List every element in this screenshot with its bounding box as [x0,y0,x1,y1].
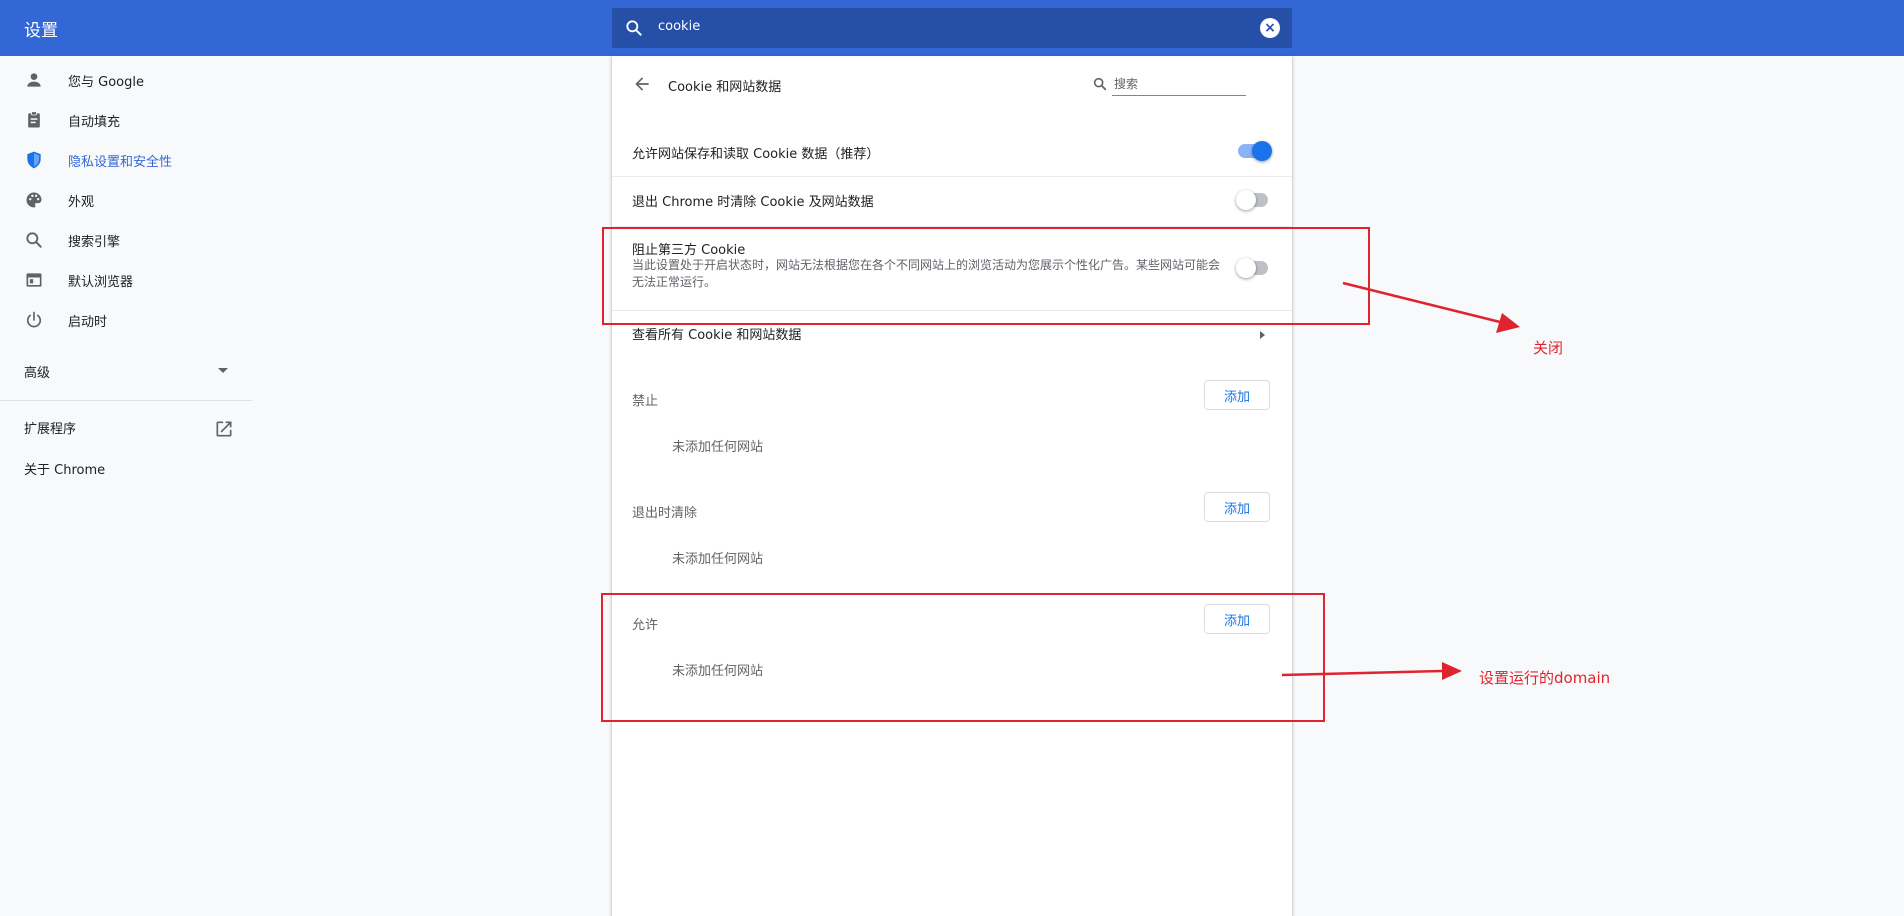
section-clear-on-exit-label: 退出时清除 [632,506,698,521]
sidebar-item-search-engine[interactable]: 搜索引擎 [0,220,252,260]
annotation-close-note: 关闭 [1533,339,1564,357]
search-icon [1093,77,1107,91]
block-empty-text: 未添加任何网站 [672,440,764,455]
allow-cookies-toggle[interactable] [1238,141,1272,161]
sidebar-item-label: 启动时 [68,315,108,330]
search-icon [26,232,42,248]
sidebar-item-label: 外观 [68,195,95,210]
palette-icon [26,192,42,208]
browser-icon [26,273,42,287]
add-block-button[interactable]: 添加 [1204,380,1270,410]
section-block-label: 禁止 [632,394,659,409]
setting-clear-on-exit-label: 退出 Chrome 时清除 Cookie 及网站数据 [632,195,874,210]
sidebar-item-label: 默认浏览器 [68,275,134,290]
sidebar: 您与 Google 自动填充 隐私设置和安全性 外观 搜索引擎 默认浏览器 启动… [0,56,252,916]
sidebar-item-privacy[interactable]: 隐私设置和安全性 [0,140,252,180]
chevron-right-icon[interactable] [1260,331,1265,339]
setting-allow-cookies-label: 允许网站保存和读取 Cookie 数据（推荐） [632,147,880,162]
sidebar-divider [0,400,252,401]
add-clear-on-exit-button[interactable]: 添加 [1204,492,1270,522]
search-icon [626,20,642,36]
chevron-down-icon[interactable] [218,368,228,373]
cookie-search-input[interactable] [1112,73,1246,96]
shield-icon [27,151,41,169]
sidebar-item-on-startup[interactable]: 启动时 [0,300,252,340]
top-bar: 设置 cookie × [0,0,1904,56]
sidebar-item-label: 隐私设置和安全性 [68,155,173,170]
back-arrow-icon[interactable] [632,74,652,94]
sidebar-item-autofill[interactable]: 自动填充 [0,100,252,140]
clear-search-icon[interactable]: × [1260,18,1280,38]
clipboard-icon [28,111,40,128]
page-title: Cookie 和网站数据 [668,80,782,95]
person-icon [27,73,41,87]
sidebar-item-label: 搜索引擎 [68,235,121,250]
sidebar-item-you-and-google[interactable]: 您与 Google [0,60,252,100]
sidebar-advanced[interactable]: 高级 [24,362,50,381]
sidebar-item-label: 自动填充 [68,115,121,130]
sidebar-about-chrome[interactable]: 关于 Chrome [24,459,105,478]
sidebar-item-default-browser[interactable]: 默认浏览器 [0,260,252,300]
power-icon [26,311,42,328]
open-in-new-icon[interactable] [214,419,234,439]
clear-on-exit-empty-text: 未添加任何网站 [672,552,764,567]
sidebar-item-appearance[interactable]: 外观 [0,180,252,220]
see-all-cookies-link[interactable]: 查看所有 Cookie 和网站数据 [632,324,801,343]
cookie-settings-card: Cookie 和网站数据 允许网站保存和读取 Cookie 数据（推荐） 退出 … [612,56,1292,916]
app-title: 设置 [24,21,58,41]
settings-search-input[interactable]: cookie [658,19,700,34]
annotation-allow-note: 设置运行的domain [1479,669,1611,687]
sidebar-item-label: 您与 Google [68,75,144,90]
settings-search-box[interactable]: cookie × [612,8,1292,48]
sidebar-extensions[interactable]: 扩展程序 [24,418,76,437]
clear-on-exit-toggle[interactable] [1236,190,1268,210]
annotation-box-allow [601,593,1325,722]
divider [612,176,1292,177]
annotation-box-block-third-party [602,227,1370,325]
